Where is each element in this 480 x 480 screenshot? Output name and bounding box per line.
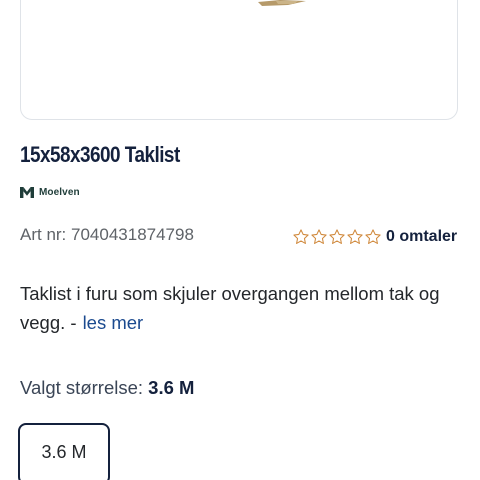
size-option-3-6m[interactable]: 3.6 M bbox=[18, 423, 110, 480]
article-number-text: Art nr: 7040431874798 bbox=[20, 225, 194, 244]
star-outline-icon bbox=[293, 229, 309, 244]
product-image-card[interactable] bbox=[20, 0, 458, 120]
star-rating bbox=[292, 228, 382, 246]
selected-size-value: 3.6 M bbox=[148, 377, 195, 398]
article-number: Art nr: 7040431874798 bbox=[20, 225, 194, 245]
product-page: 15x58x3600 Taklist Moelven Art nr: 70404… bbox=[0, 0, 480, 480]
moelven-logo-icon bbox=[20, 186, 34, 198]
brand: Moelven bbox=[20, 185, 80, 199]
star-outline-icon bbox=[311, 229, 327, 244]
read-more-link[interactable]: les mer bbox=[83, 312, 144, 333]
product-image bbox=[258, 0, 306, 6]
star-outline-icon bbox=[365, 229, 381, 244]
product-title: 15x58x3600 Taklist bbox=[20, 142, 180, 167]
selected-size-label: Valgt størrelse: 3.6 M bbox=[20, 377, 194, 399]
rating[interactable]: 0 omtaler bbox=[292, 226, 457, 248]
star-outline-icon bbox=[347, 229, 363, 244]
product-description: Taklist i furu som skjuler overgangen me… bbox=[20, 279, 470, 337]
star-outline-icon bbox=[329, 229, 345, 244]
reviews-link[interactable]: 0 omtaler bbox=[386, 228, 457, 246]
size-label-text: Valgt størrelse: bbox=[20, 377, 144, 398]
brand-name: Moelven bbox=[39, 186, 80, 198]
size-option-label: 3.6 M bbox=[41, 441, 87, 462]
